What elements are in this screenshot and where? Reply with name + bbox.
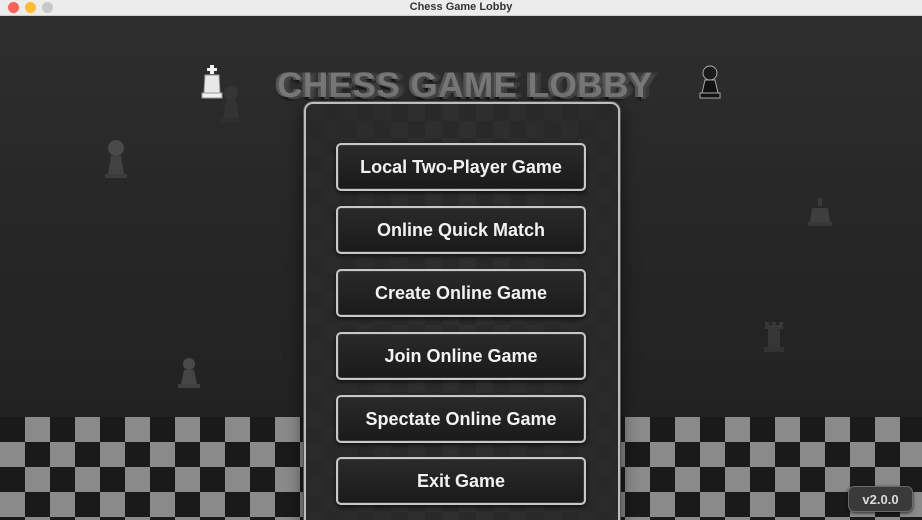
king-icon [808,198,832,226]
local-two-player-button[interactable]: Local Two-Player Game [336,143,586,191]
white-king-icon [201,65,223,99]
online-quick-match-button[interactable]: Online Quick Match [336,206,586,254]
black-pawn-icon [699,65,721,99]
rook-icon [764,322,784,352]
window-title-bar: Chess Game Lobby [0,0,922,16]
join-online-game-button[interactable]: Join Online Game [336,332,586,380]
spectate-online-game-button[interactable]: Spectate Online Game [336,395,586,443]
page-title: CHESS GAME LOBBY [277,66,653,105]
window-title: Chess Game Lobby [409,1,513,13]
pawn-icon [105,140,127,178]
pawn-icon [178,358,200,388]
lobby-canvas: CHESS GAME LOBBY Local Two-Player Game O… [0,16,922,520]
exit-game-button[interactable]: Exit Game [336,457,586,505]
version-badge: v2.0.0 [848,486,913,512]
create-online-game-button[interactable]: Create Online Game [336,269,586,317]
